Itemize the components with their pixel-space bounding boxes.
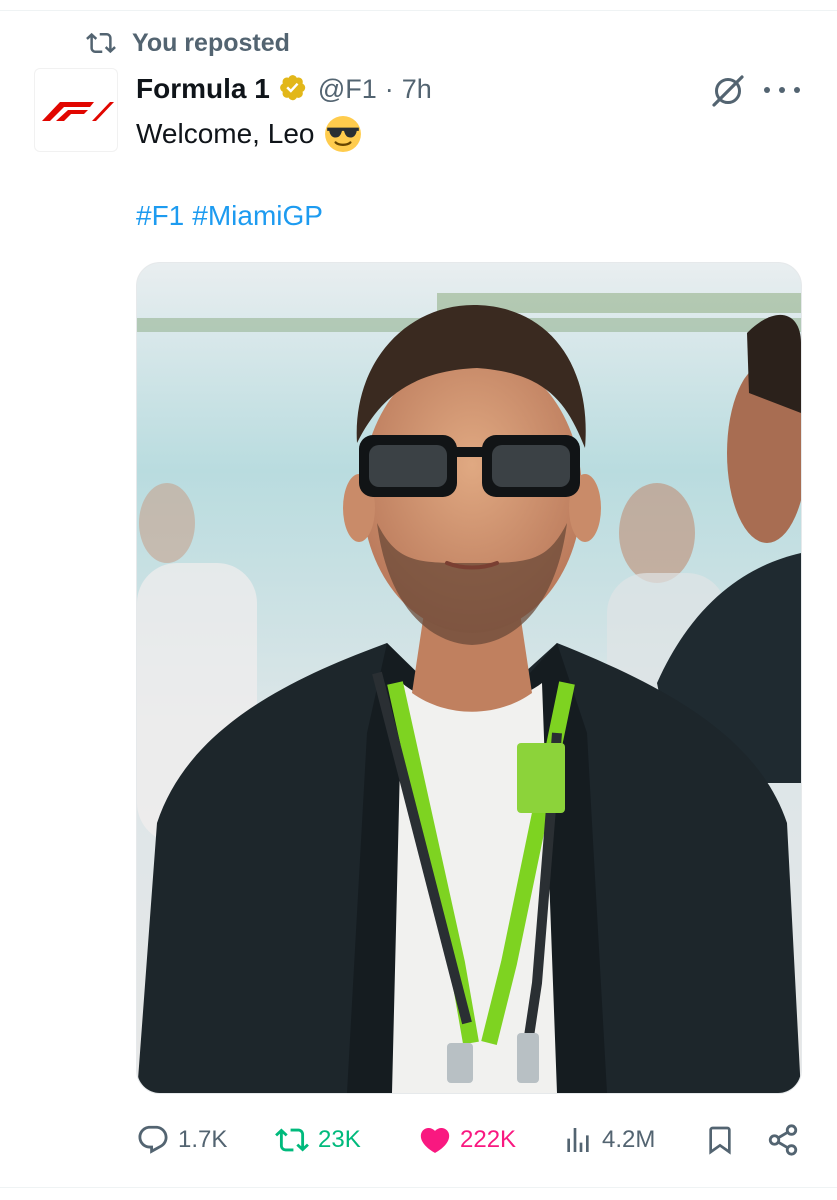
tweet-text: Welcome, Leo #F1 #MiamiGP bbox=[136, 112, 756, 236]
hashtag-row: #F1 #MiamiGP bbox=[136, 196, 756, 236]
bottom-divider bbox=[0, 1187, 837, 1188]
action-bar: 1.7K 23K 222K 4.2M bbox=[136, 1116, 800, 1164]
author-handle[interactable]: @F1 bbox=[318, 74, 377, 105]
repost-count: 23K bbox=[318, 1126, 361, 1153]
repost-icon bbox=[275, 1128, 309, 1152]
verified-badge-icon[interactable] bbox=[278, 73, 310, 105]
heart-icon bbox=[420, 1127, 450, 1153]
hashtag-link[interactable]: #MiamiGP bbox=[192, 196, 323, 236]
top-divider bbox=[0, 10, 837, 11]
reply-button[interactable]: 1.7K bbox=[136, 1116, 227, 1164]
f1-logo bbox=[42, 102, 114, 121]
tweet-photo[interactable] bbox=[136, 262, 802, 1094]
hashtag-link[interactable]: #F1 bbox=[136, 196, 184, 236]
share-icon bbox=[768, 1124, 798, 1156]
bookmark-button[interactable] bbox=[704, 1116, 736, 1164]
avatar[interactable] bbox=[34, 68, 118, 152]
author-line: Formula 1 @F1 · 7h bbox=[136, 68, 432, 110]
repost-label: You reposted bbox=[132, 28, 290, 57]
more-dot bbox=[794, 87, 800, 93]
bookmark-icon bbox=[709, 1126, 731, 1155]
more-dot bbox=[764, 87, 770, 93]
smiling-face-with-sunglasses-emoji bbox=[325, 116, 362, 152]
post-time[interactable]: 7h bbox=[402, 74, 432, 105]
views-count: 4.2M bbox=[602, 1126, 656, 1153]
photo-illustration bbox=[137, 263, 801, 1093]
more-icon[interactable] bbox=[764, 78, 800, 102]
views-icon bbox=[567, 1128, 589, 1152]
views-button[interactable]: 4.2M bbox=[562, 1116, 655, 1164]
repost-indicator[interactable]: You reposted bbox=[84, 26, 290, 60]
separator-dot: · bbox=[384, 73, 394, 104]
reply-icon bbox=[138, 1125, 168, 1154]
repost-button[interactable]: 23K bbox=[274, 1116, 361, 1164]
author-name[interactable]: Formula 1 bbox=[136, 73, 270, 105]
reply-count: 1.7K bbox=[178, 1126, 228, 1153]
tweet-body: Welcome, Leo bbox=[136, 118, 315, 149]
like-count: 222K bbox=[460, 1126, 517, 1153]
repost-icon bbox=[86, 32, 116, 54]
more-dot bbox=[779, 87, 785, 93]
like-button[interactable]: 222K bbox=[418, 1116, 516, 1164]
grok-icon[interactable] bbox=[709, 72, 747, 110]
share-button[interactable] bbox=[766, 1116, 800, 1164]
